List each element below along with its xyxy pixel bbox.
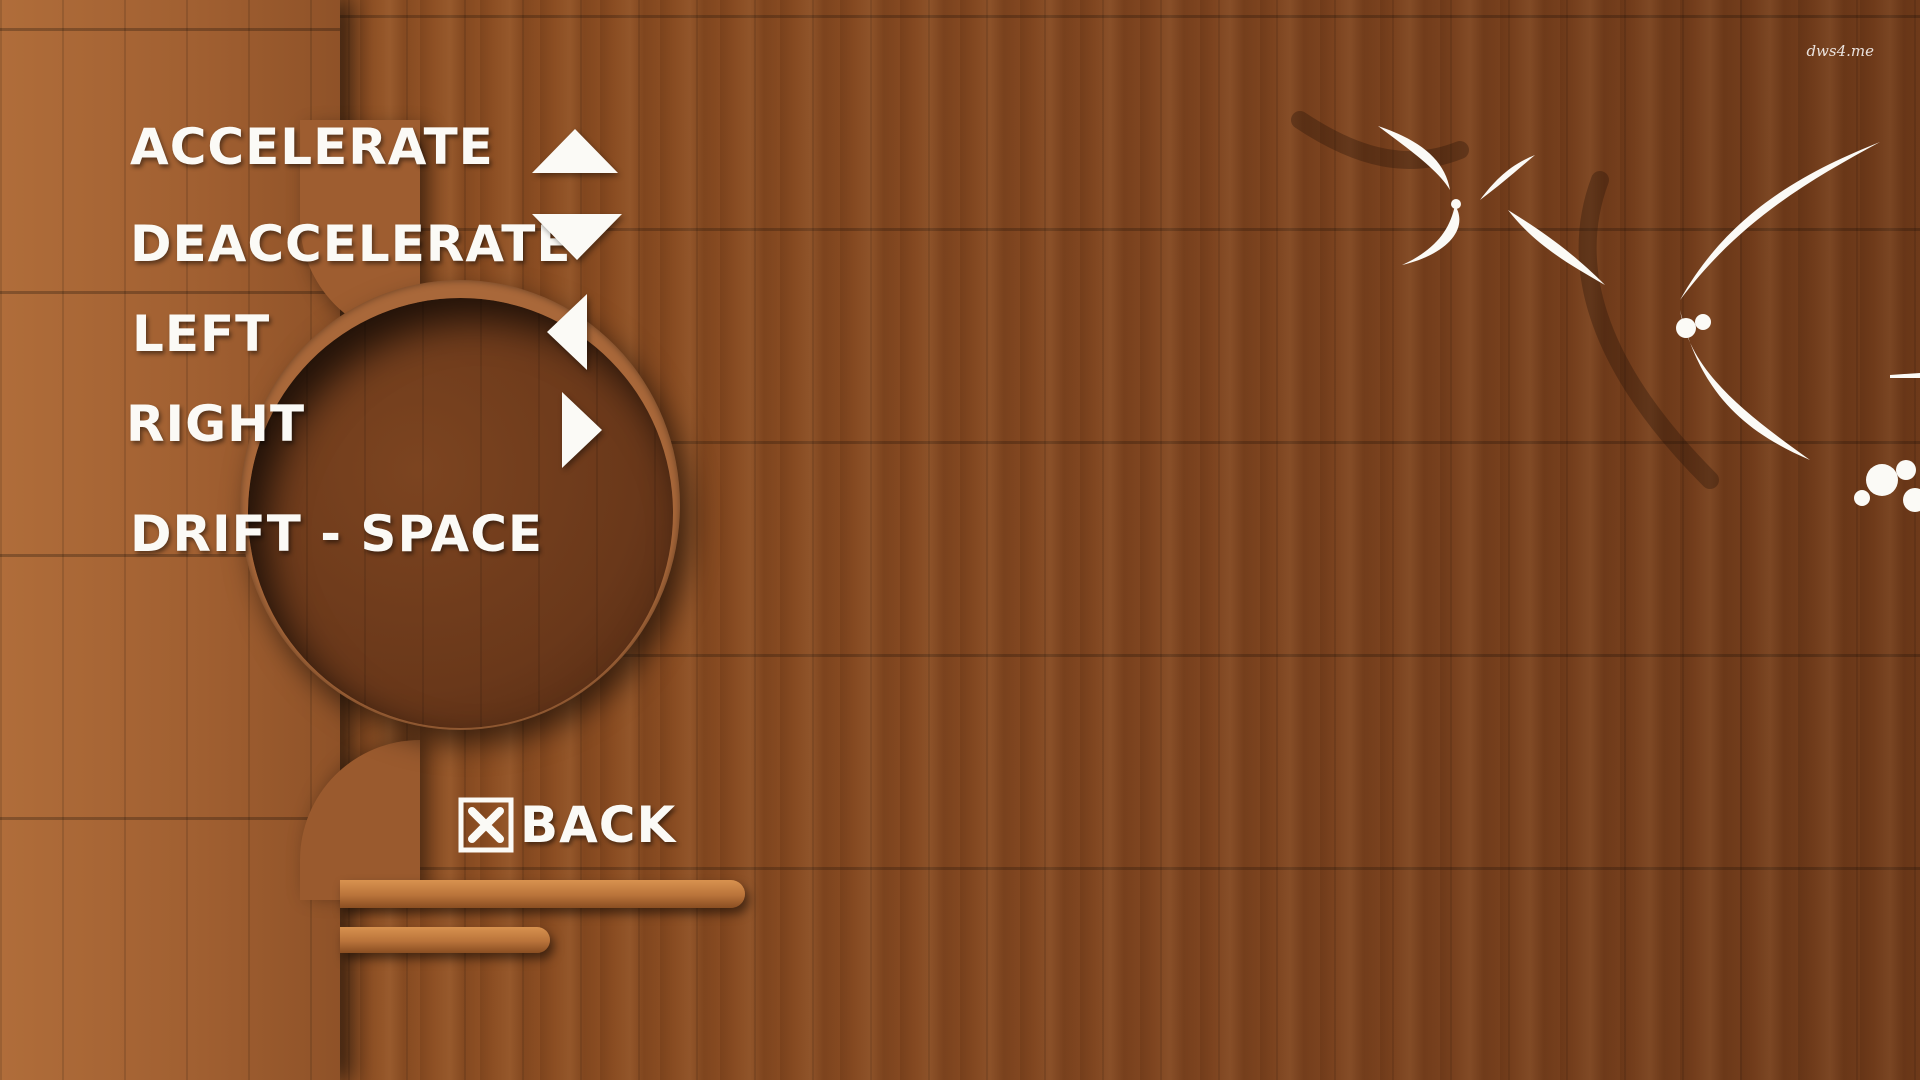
right-label: RIGHT [126,395,306,453]
close-box-icon [458,797,514,853]
arrow-left-icon [547,294,587,370]
arrow-up-icon [532,129,618,173]
left-label: LEFT [132,305,271,363]
wood-shelf-short [340,927,550,953]
deaccelerate-label: DEACCELERATE [130,215,572,273]
wood-shelf-long [340,880,745,908]
arrow-right-icon [562,392,602,468]
arrow-down-icon [532,214,622,260]
birds-logo-decoration [1291,111,1920,512]
drift-label: DRIFT - SPACE [130,505,544,563]
accelerate-label: ACCELERATE [130,118,494,176]
back-label: BACK [520,796,677,854]
watermark-text: dws4.me [1806,42,1874,60]
back-button[interactable]: BACK [458,795,676,855]
